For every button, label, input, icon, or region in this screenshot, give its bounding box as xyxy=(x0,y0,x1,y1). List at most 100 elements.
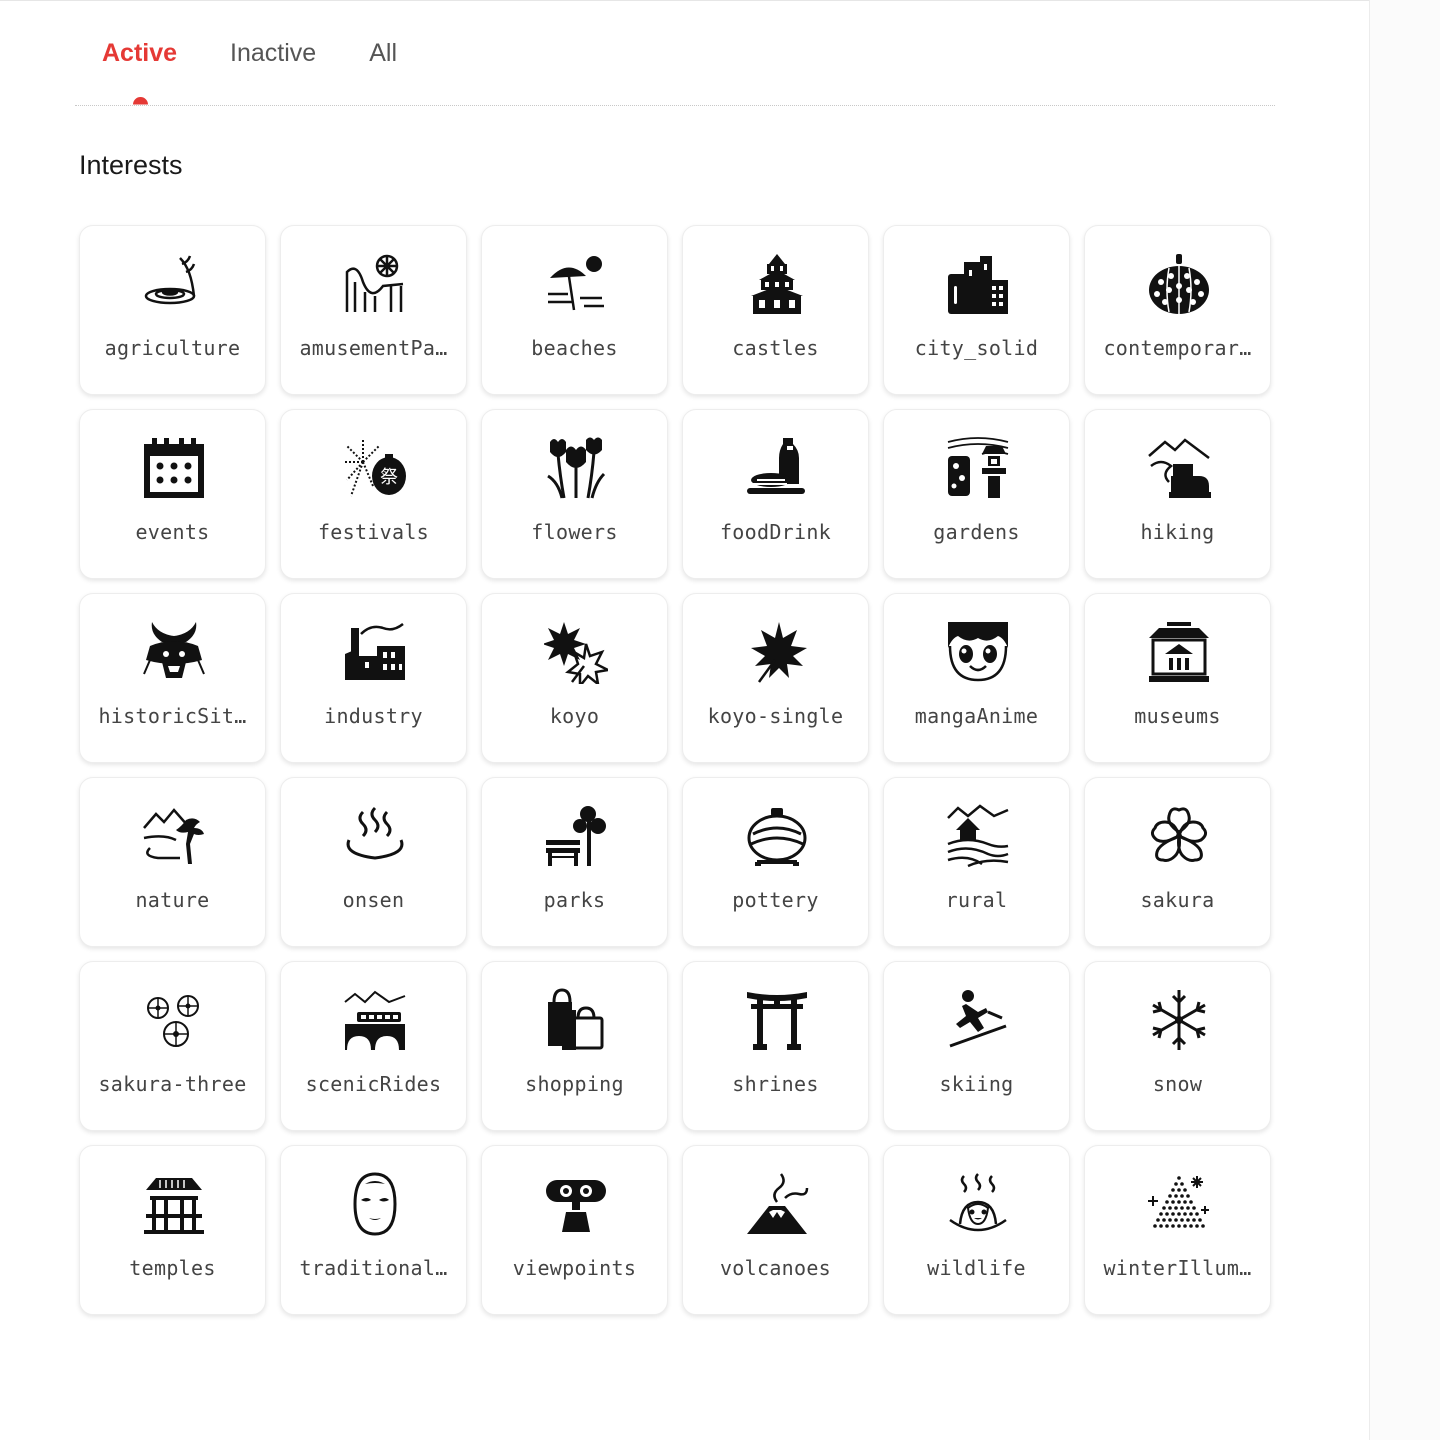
interest-card-wildlife[interactable]: wildlife xyxy=(883,1145,1070,1315)
tulips-icon xyxy=(544,436,608,500)
interest-label: winterIllum… xyxy=(1103,1256,1252,1280)
interest-card-festivals[interactable]: 祭 festivals xyxy=(280,409,467,579)
tab-bar: Active Inactive All xyxy=(102,30,397,76)
interest-label: skiing xyxy=(939,1072,1014,1096)
interest-card-castles[interactable]: castles xyxy=(682,225,869,395)
tab-inactive[interactable]: Inactive xyxy=(230,30,316,76)
interest-card-rural[interactable]: rural xyxy=(883,777,1070,947)
rural-farmhouse-icon xyxy=(946,804,1010,868)
three-blossoms-icon xyxy=(142,988,206,1052)
interest-label: volcanoes xyxy=(719,1256,832,1280)
interest-card-traditional[interactable]: traditional… xyxy=(280,1145,467,1315)
interest-card-fooddrink[interactable]: foodDrink xyxy=(682,409,869,579)
interest-label: agriculture xyxy=(104,336,241,360)
interest-card-industry[interactable]: industry xyxy=(280,593,467,763)
interest-card-winterillum[interactable]: winterIllum… xyxy=(1084,1145,1271,1315)
interest-card-events[interactable]: events xyxy=(79,409,266,579)
interest-card-shopping[interactable]: shopping xyxy=(481,961,668,1131)
interest-card-koyo[interactable]: koyo xyxy=(481,593,668,763)
interest-card-historicsit[interactable]: historicSit… xyxy=(79,593,266,763)
interest-label: events xyxy=(135,520,210,544)
snowflake-icon xyxy=(1147,988,1211,1052)
interest-card-mangaanime[interactable]: mangaAnime xyxy=(883,593,1070,763)
interest-label: rural xyxy=(945,888,1008,912)
factory-icon xyxy=(343,620,407,684)
interest-card-contemporar[interactable]: contemporar… xyxy=(1084,225,1271,395)
tab-all[interactable]: All xyxy=(369,30,397,76)
hot-spring-icon xyxy=(343,804,407,868)
interest-card-koyo-single[interactable]: koyo-single xyxy=(682,593,869,763)
interest-label: museums xyxy=(1134,704,1221,728)
mountain-pine-icon xyxy=(142,804,206,868)
interest-card-flowers[interactable]: flowers xyxy=(481,409,668,579)
interest-label: viewpoints xyxy=(512,1256,637,1280)
interest-card-skiing[interactable]: skiing xyxy=(883,961,1070,1131)
interest-card-scenicrides[interactable]: scenicRides xyxy=(280,961,467,1131)
volcano-icon xyxy=(745,1172,809,1236)
interest-card-temples[interactable]: temples xyxy=(79,1145,266,1315)
interest-card-museums[interactable]: museums xyxy=(1084,593,1271,763)
sushi-sake-icon xyxy=(745,436,809,500)
interest-card-sakura[interactable]: sakura xyxy=(1084,777,1271,947)
interest-card-viewpoints[interactable]: viewpoints xyxy=(481,1145,668,1315)
interest-label: industry xyxy=(324,704,423,728)
interest-label: nature xyxy=(135,888,210,912)
hiking-boot-icon xyxy=(1147,436,1211,500)
fireworks-lantern-icon: 祭 xyxy=(343,436,407,500)
interest-card-snow[interactable]: snow xyxy=(1084,961,1271,1131)
cherry-blossom-icon xyxy=(1147,804,1211,868)
interest-card-city-solid[interactable]: city_solid xyxy=(883,225,1070,395)
interest-label: contemporar… xyxy=(1103,336,1252,360)
interest-card-parks[interactable]: parks xyxy=(481,777,668,947)
interest-label: temples xyxy=(129,1256,216,1280)
top-border xyxy=(0,0,1440,1)
skier-icon xyxy=(946,988,1010,1052)
interest-card-agriculture[interactable]: agriculture xyxy=(79,225,266,395)
interest-label: historicSit… xyxy=(98,704,247,728)
beach-umbrella-icon xyxy=(544,252,608,316)
samurai-helmet-icon xyxy=(142,620,206,684)
snow-monkey-onsen-icon xyxy=(946,1172,1010,1236)
interest-label: snow xyxy=(1152,1072,1203,1096)
shopping-bags-icon xyxy=(544,988,608,1052)
interest-label: amusementPa… xyxy=(299,336,448,360)
interest-card-volcanoes[interactable]: volcanoes xyxy=(682,1145,869,1315)
interest-label: festivals xyxy=(317,520,430,544)
svg-text:祭: 祭 xyxy=(380,467,398,488)
tab-active[interactable]: Active xyxy=(102,30,177,76)
pottery-vase-icon xyxy=(745,804,809,868)
interest-label: shrines xyxy=(732,1072,819,1096)
rice-field-icon xyxy=(142,252,206,316)
interest-label: hiking xyxy=(1140,520,1215,544)
interest-label: sakura xyxy=(1140,888,1215,912)
autumn-leaves-icon xyxy=(544,620,608,684)
interest-card-pottery[interactable]: pottery xyxy=(682,777,869,947)
interest-label: scenicRides xyxy=(305,1072,442,1096)
torii-gate-icon xyxy=(745,988,809,1052)
interest-label: shopping xyxy=(525,1072,624,1096)
interest-label: beaches xyxy=(531,336,618,360)
interest-card-amusementpa[interactable]: amusementPa… xyxy=(280,225,467,395)
interest-label: mangaAnime xyxy=(914,704,1039,728)
interest-card-gardens[interactable]: gardens xyxy=(883,409,1070,579)
interest-label: koyo xyxy=(549,704,600,728)
city-buildings-icon xyxy=(946,252,1010,316)
interest-card-beaches[interactable]: beaches xyxy=(481,225,668,395)
interest-card-sakura-three[interactable]: sakura-three xyxy=(79,961,266,1131)
park-bench-tree-icon xyxy=(544,804,608,868)
interest-label: city_solid xyxy=(914,336,1039,360)
interest-label: parks xyxy=(543,888,606,912)
illuminated-tree-icon xyxy=(1147,1172,1211,1236)
interests-grid: agriculture amusementPa… beaches castles cit… xyxy=(79,225,1271,1315)
interest-card-onsen[interactable]: onsen xyxy=(280,777,467,947)
right-panel xyxy=(1369,0,1440,1440)
interest-label: sakura-three xyxy=(98,1072,247,1096)
interest-label: gardens xyxy=(933,520,1020,544)
maple-leaf-icon xyxy=(745,620,809,684)
interest-card-nature[interactable]: nature xyxy=(79,777,266,947)
interest-card-shrines[interactable]: shrines xyxy=(682,961,869,1131)
temple-icon xyxy=(142,1172,206,1236)
tab-divider xyxy=(75,105,1275,106)
interest-card-hiking[interactable]: hiking xyxy=(1084,409,1271,579)
ferris-wheel-coaster-icon xyxy=(343,252,407,316)
